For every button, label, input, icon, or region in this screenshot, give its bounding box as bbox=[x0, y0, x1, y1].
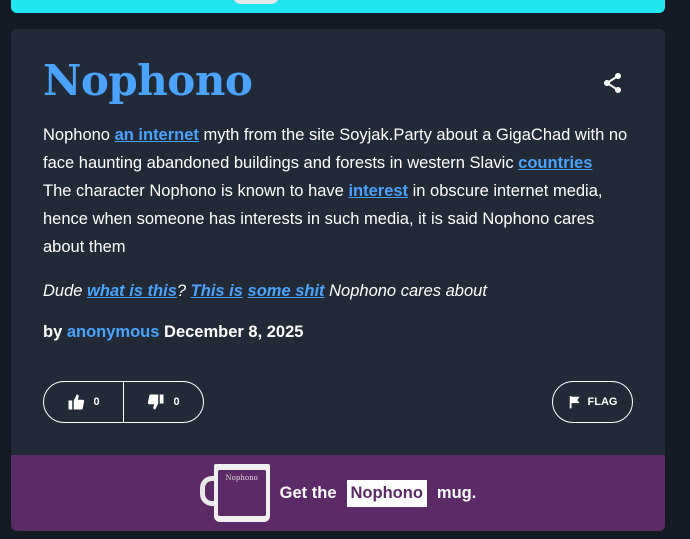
author-link[interactable]: anonymous bbox=[67, 323, 160, 341]
promo-word: Nophono bbox=[346, 479, 427, 507]
definition-text: Nophono an internet myth from the site S… bbox=[43, 121, 633, 261]
definition-card: Nophono Nophono an internet myth from th… bbox=[11, 29, 665, 531]
downvote-count: 0 bbox=[173, 396, 180, 408]
link-an-internet[interactable]: an internet bbox=[115, 126, 199, 144]
vote-buttons: 0 0 bbox=[43, 381, 204, 423]
top-banner[interactable] bbox=[11, 0, 665, 13]
link-interest[interactable]: interest bbox=[348, 182, 408, 200]
mug-image-partial bbox=[233, 0, 279, 4]
link-some-shit[interactable]: some shit bbox=[248, 282, 325, 300]
flag-label: FLAG bbox=[587, 396, 618, 408]
promo-text: Get the Nophono mug. bbox=[279, 479, 477, 507]
thumbs-up-button[interactable]: 0 bbox=[44, 382, 123, 422]
thumbs-down-button[interactable]: 0 bbox=[123, 382, 203, 422]
byline: by anonymous December 8, 2025 bbox=[43, 323, 303, 342]
flag-icon bbox=[569, 396, 580, 409]
example-text-part: Nophono cares about bbox=[324, 282, 487, 300]
promo-suffix: mug. bbox=[436, 483, 477, 502]
thumbs-down-icon bbox=[148, 394, 164, 410]
share-icon[interactable] bbox=[601, 71, 625, 95]
upvote-count: 0 bbox=[93, 396, 100, 408]
byline-date: December 8, 2025 bbox=[159, 323, 304, 341]
link-countries[interactable]: countries bbox=[518, 154, 592, 172]
definition-text-part: The character Nophono is known to have bbox=[43, 182, 349, 200]
link-this-is[interactable]: This is bbox=[191, 282, 243, 300]
flag-button[interactable]: FLAG bbox=[552, 381, 633, 423]
byline-prefix: by bbox=[43, 323, 67, 341]
promo-prefix: Get the bbox=[279, 483, 337, 502]
word-title[interactable]: Nophono bbox=[43, 56, 253, 105]
mug-promo-banner[interactable]: Nophono Get the Nophono mug. bbox=[11, 455, 665, 531]
example-text: Dude what is this? This is some shit Nop… bbox=[43, 278, 633, 304]
thumbs-up-icon bbox=[68, 394, 85, 410]
mug-print-text: Nophono bbox=[217, 470, 266, 516]
example-text-part: ? bbox=[176, 282, 191, 300]
example-text-part: Dude bbox=[43, 282, 88, 300]
mug-image: Nophono bbox=[199, 462, 270, 524]
link-what-is-this[interactable]: what is this bbox=[87, 282, 177, 300]
definition-text-part: Nophono bbox=[43, 126, 115, 144]
